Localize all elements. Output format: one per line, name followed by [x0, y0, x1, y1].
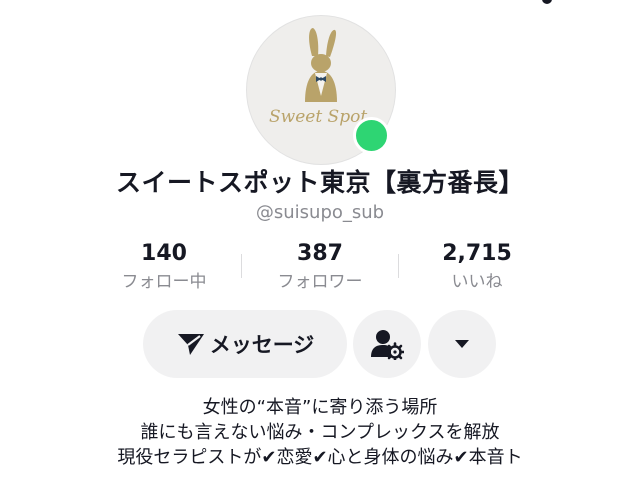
follow-settings-button[interactable] — [353, 310, 421, 378]
display-name: スイートスポット東京【裏方番長】 — [115, 168, 524, 197]
status-bar-dot-icon — [542, 0, 552, 4]
message-button-label: メッセージ — [209, 333, 315, 357]
message-button[interactable]: メッセージ — [143, 310, 347, 378]
likes-label: いいね — [451, 272, 503, 292]
profile-page: Sweet Spot スイートスポット東京【裏方番長】 @suisupo_sub… — [0, 0, 640, 480]
profile-actions: メッセージ — [0, 310, 640, 378]
followers-label: フォロワー — [277, 272, 363, 292]
following-count: 140 — [141, 241, 187, 266]
stat-following[interactable]: 140 フォロー中 — [84, 240, 244, 294]
bio-line: 女性の“本音”に寄り添う場所 — [202, 397, 438, 418]
likes-count: 2,715 — [442, 241, 512, 266]
username: @suisupo_sub — [255, 202, 385, 223]
stat-followers[interactable]: 387 フォロワー — [240, 240, 400, 294]
following-label: フォロー中 — [121, 272, 207, 292]
stat-likes[interactable]: 2,715 いいね — [397, 240, 557, 294]
more-options-button[interactable] — [428, 310, 496, 378]
followers-count: 387 — [297, 241, 343, 266]
bio-line: 現役セラピストが✔恋愛✔心と身体の悩み✔本音ト — [117, 447, 523, 468]
avatar-logo-text: Sweet Spot — [269, 107, 367, 127]
online-status-dot — [353, 117, 390, 154]
caret-down-icon — [455, 340, 469, 348]
bio-line: 誰にも言えない悩み・コンプレックスを解放 — [140, 422, 500, 443]
paper-plane-icon — [177, 334, 204, 355]
profile-bio: 女性の“本音”に寄り添う場所 誰にも言えない悩み・コンプレックスを解放 現役セラ… — [0, 395, 640, 470]
user-gear-icon — [371, 330, 404, 360]
profile-stats: 140 フォロー中 387 フォロワー 2,715 いいね — [0, 240, 640, 300]
